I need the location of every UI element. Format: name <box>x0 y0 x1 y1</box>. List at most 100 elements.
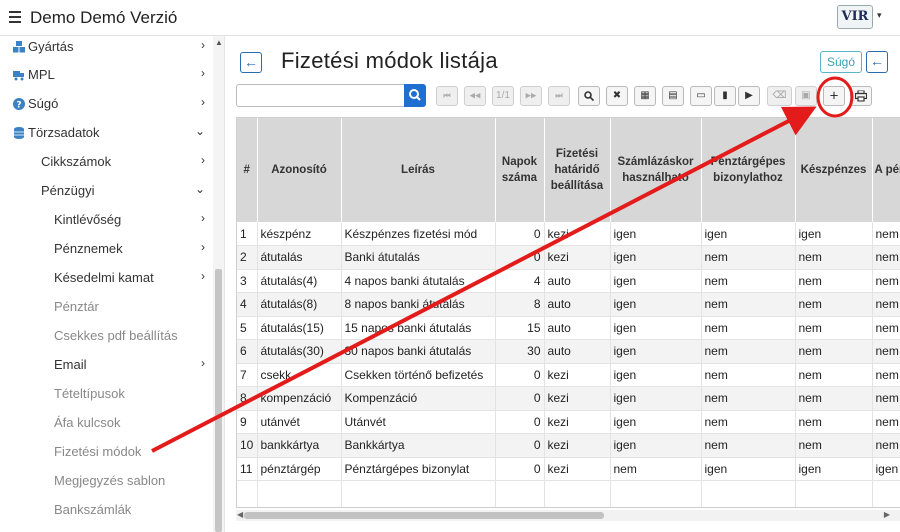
table-row[interactable]: 6 átutalás(30) 30 napos banki átutalás 30 au… <box>237 339 900 364</box>
sidebar-item-kintlevoseg[interactable]: Kintlévőség › <box>0 206 213 235</box>
columns-button[interactable]: ▤ <box>662 86 684 106</box>
clear-button[interactable]: ▣ <box>795 86 817 106</box>
table-row[interactable]: 7 csekk Csekken történő befizetés 0 kezi igen… <box>237 363 900 387</box>
column-header[interactable]: Készpénzes <box>795 118 873 222</box>
table-cell: 0 <box>495 363 545 387</box>
delete-button[interactable]: ⌫ <box>767 86 792 106</box>
table-cell: nem <box>795 245 873 270</box>
sidebar-item-cikkszamok[interactable]: Cikkszámok › <box>0 148 213 177</box>
tools-button[interactable]: ✖ <box>606 86 628 106</box>
search-input[interactable] <box>236 84 404 107</box>
column-header[interactable]: Leírás <box>341 118 496 222</box>
table-cell: kezi <box>544 245 611 270</box>
search-button[interactable] <box>404 84 426 107</box>
table-cell: igen <box>610 222 702 246</box>
sidebar-item-label: Tételtípusok <box>54 386 125 401</box>
table-row[interactable]: 8 kompenzáció Kompenzáció 0 kezi igen nem nem ne… <box>237 386 900 411</box>
table-cell: kezi <box>544 363 611 387</box>
sidebar-item-csekkes-pdf[interactable]: Csekkes pdf beállítás <box>0 322 213 351</box>
last-page-button[interactable]: ⏭ <box>548 86 570 106</box>
sidebar-item-sugo[interactable]: ? Súgó › <box>0 90 213 119</box>
export-pdf-button[interactable]: ▮ <box>714 86 736 106</box>
column-header[interactable]: Fizetési határidő beállítása <box>544 118 611 222</box>
table-cell: Pénztárgépes bizonylat <box>341 457 496 481</box>
table-cell: igen <box>872 457 900 481</box>
sidebar-item-label: Email <box>54 357 87 372</box>
chevron-down-icon: ⌄ <box>194 182 205 196</box>
import-button[interactable]: ▶ <box>738 86 760 106</box>
table-cell: 0 <box>495 410 545 434</box>
sidebar-item-torzsadatok[interactable]: Törzsadatok ⌄ <box>0 119 213 148</box>
sidebar-item-fizetesi-modok[interactable]: Fizetési módok <box>0 438 213 467</box>
first-page-icon: ⏮ <box>443 91 451 100</box>
sidebar-item-gyartas[interactable]: Gyártás › <box>0 33 213 62</box>
sidebar-item-kesedelmi-kamat[interactable]: Késedelmi kamat › <box>0 264 213 293</box>
table-row[interactable]: 9 utánvét Utánvét 0 kezi igen nem nem nem <box>237 410 900 434</box>
first-page-button[interactable]: ⏮ <box>436 86 458 106</box>
table-cell: Csekken történő befizetés <box>341 363 496 387</box>
table-cell <box>257 480 342 505</box>
sidebar-scroll-thumb[interactable] <box>215 269 222 532</box>
table-row[interactable]: 1 készpénz Készpénzes fizetési mód 0 kezi ige… <box>237 222 900 246</box>
scroll-left-icon[interactable]: ◀ <box>237 510 243 519</box>
zoom-button[interactable] <box>578 86 600 106</box>
table-row[interactable]: 5 átutalás(15) 15 napos banki átutalás 15 au… <box>237 316 900 340</box>
column-header[interactable]: Számlázáskor használható <box>610 118 702 222</box>
column-header[interactable]: Azonosító <box>257 118 342 222</box>
table-cell: 10 <box>237 433 258 458</box>
scroll-right-icon[interactable]: ▶ <box>884 510 890 519</box>
table-scroll-thumb[interactable] <box>244 512 604 519</box>
column-header[interactable]: Pénztárgépes bizonylathoz <box>701 118 796 222</box>
table-cell: nem <box>872 292 900 317</box>
chevron-right-icon: › <box>201 66 205 80</box>
database-icon <box>14 127 24 139</box>
help-button[interactable]: Súgó <box>820 51 862 73</box>
sidebar-item-mpl[interactable]: MPL › <box>0 61 213 90</box>
sidebar-item-teteltipusok[interactable]: Tételtípusok <box>0 380 213 409</box>
table-row[interactable]: 3 átutalás(4) 4 napos banki átutalás 4 auto i… <box>237 269 900 293</box>
empty-row <box>237 504 900 507</box>
table-cell: nem <box>872 245 900 270</box>
add-button[interactable]: + <box>823 86 845 106</box>
table-horizontal-scrollbar[interactable]: ◀ ▶ <box>236 510 900 521</box>
column-header[interactable]: # <box>237 118 258 222</box>
calculator-button[interactable]: ▦ <box>634 86 656 106</box>
prev-page-button[interactable]: ◀◀ <box>464 86 486 106</box>
cubes-icon <box>13 41 25 53</box>
back-arrow-button[interactable]: ← <box>866 51 888 73</box>
sidebar-item-afa-kulcsok[interactable]: Áfa kulcsok <box>0 409 213 438</box>
table-cell: 4 <box>495 269 545 293</box>
next-page-button[interactable]: ▶▶ <box>520 86 542 106</box>
sidebar-item-penztar[interactable]: Pénztár <box>0 293 213 322</box>
sidebar-item-penznemek[interactable]: Pénznemek › <box>0 235 213 264</box>
column-header[interactable]: Napok száma <box>495 118 545 222</box>
user-menu-chevron-icon[interactable]: ▾ <box>877 10 882 21</box>
export-button[interactable]: ▭ <box>690 86 712 106</box>
print-button[interactable] <box>850 86 872 106</box>
table-cell: 0 <box>495 433 545 458</box>
column-header[interactable]: A pén <box>872 118 900 222</box>
table-cell <box>257 504 342 507</box>
sidebar-item-penzugyi[interactable]: Pénzügyi ⌄ <box>0 177 213 206</box>
table-cell: igen <box>610 292 702 317</box>
close-box-icon: ▣ <box>801 90 811 101</box>
table-row[interactable]: 10 bankkártya Bankkártya 0 kezi igen nem nem nem <box>237 433 900 458</box>
table-cell: igen <box>795 457 873 481</box>
table-cell: nem <box>795 292 873 317</box>
sidebar-item-label: MPL <box>28 67 55 82</box>
scroll-up-icon[interactable]: ▲ <box>215 38 223 47</box>
table-row[interactable]: 11 pénztárgép Pénztárgépes bizonylat 0 kezi n… <box>237 457 900 481</box>
table-row[interactable]: 4 átutalás(8) 8 napos banki átutalás 8 auto i… <box>237 292 900 317</box>
vir-logo[interactable]: VIR <box>837 5 873 29</box>
table-cell <box>341 480 496 505</box>
back-button[interactable]: ← <box>240 52 262 73</box>
sidebar-scrollbar[interactable]: ▲ <box>213 36 224 532</box>
sidebar-item-megjegyzes-sablon[interactable]: Megjegyzés sablon <box>0 467 213 496</box>
table-cell: nem <box>795 386 873 411</box>
table-cell <box>495 504 545 507</box>
sidebar-item-bankszamlak[interactable]: Bankszámlák <box>0 496 213 525</box>
table-row[interactable]: 2 átutalás Banki átutalás 0 kezi igen nem nem ne… <box>237 245 900 270</box>
hamburger-menu-icon[interactable] <box>9 11 21 23</box>
sidebar-item-email[interactable]: Email › <box>0 351 213 380</box>
sidebar-item-label: Törzsadatok <box>28 125 100 140</box>
